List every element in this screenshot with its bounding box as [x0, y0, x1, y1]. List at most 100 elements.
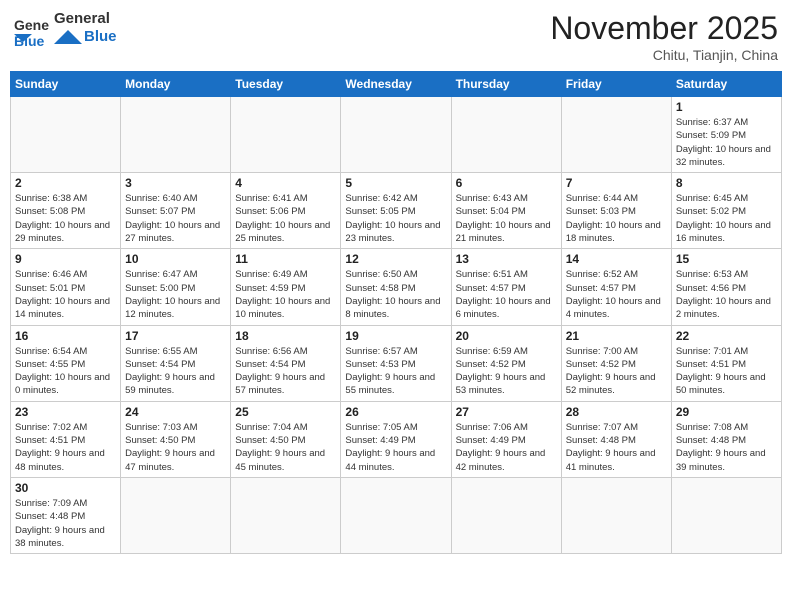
logo-triangle	[54, 30, 82, 44]
day-info-22: Sunrise: 7:01 AMSunset: 4:51 PMDaylight:…	[676, 345, 777, 398]
header-sunday: Sunday	[11, 72, 121, 97]
day-number-18: 18	[235, 329, 336, 343]
day-number-8: 8	[676, 176, 777, 190]
day-number-13: 13	[456, 252, 557, 266]
empty-cell	[121, 97, 231, 173]
empty-cell	[561, 477, 671, 553]
empty-cell	[121, 477, 231, 553]
day-number-20: 20	[456, 329, 557, 343]
day-cell-23: 23Sunrise: 7:02 AMSunset: 4:51 PMDayligh…	[11, 401, 121, 477]
day-number-24: 24	[125, 405, 226, 419]
day-info-2: Sunrise: 6:38 AMSunset: 5:08 PMDaylight:…	[15, 192, 116, 245]
header-wednesday: Wednesday	[341, 72, 451, 97]
day-number-10: 10	[125, 252, 226, 266]
day-number-22: 22	[676, 329, 777, 343]
day-info-20: Sunrise: 6:59 AMSunset: 4:52 PMDaylight:…	[456, 345, 557, 398]
day-number-3: 3	[125, 176, 226, 190]
month-title: November 2025	[550, 10, 778, 47]
empty-cell	[561, 97, 671, 173]
day-info-14: Sunrise: 6:52 AMSunset: 4:57 PMDaylight:…	[566, 268, 667, 321]
day-cell-12: 12 Sunrise: 6:50 AMSunset: 4:58 PMDayligh…	[341, 249, 451, 325]
empty-cell	[231, 477, 341, 553]
day-info-12: Sunrise: 6:50 AMSunset: 4:58 PMDaylight:…	[345, 268, 446, 321]
day-cell-6: 6 Sunrise: 6:43 AMSunset: 5:04 PMDaylight…	[451, 173, 561, 249]
header-thursday: Thursday	[451, 72, 561, 97]
header-tuesday: Tuesday	[231, 72, 341, 97]
svg-text:Blue: Blue	[14, 33, 45, 46]
logo-blue-text: Blue	[84, 28, 117, 46]
day-cell-1: 1Sunrise: 6:37 AMSunset: 5:09 PMDaylight…	[671, 97, 781, 173]
day-number-9: 9	[15, 252, 116, 266]
day-number-19: 19	[345, 329, 446, 343]
day-info-19: Sunrise: 6:57 AMSunset: 4:53 PMDaylight:…	[345, 345, 446, 398]
day-cell-2: 2Sunrise: 6:38 AMSunset: 5:08 PMDaylight…	[11, 173, 121, 249]
weekday-header-row: Sunday Monday Tuesday Wednesday Thursday…	[11, 72, 782, 97]
day-number-5: 5	[345, 176, 446, 190]
week-row-30: 30Sunrise: 7:09 AMSunset: 4:48 PMDayligh…	[11, 477, 782, 553]
day-cell-8: 8Sunrise: 6:45 AMSunset: 5:02 PMDaylight…	[671, 173, 781, 249]
day-number-12: 12	[345, 252, 446, 266]
day-number-15: 15	[676, 252, 777, 266]
empty-cell	[671, 477, 781, 553]
day-info-13: Sunrise: 6:51 AMSunset: 4:57 PMDaylight:…	[456, 268, 557, 321]
day-info-23: Sunrise: 7:02 AMSunset: 4:51 PMDaylight:…	[15, 421, 116, 474]
empty-cell	[451, 477, 561, 553]
day-cell-15: 15 Sunrise: 6:53 AMSunset: 4:56 PMDayligh…	[671, 249, 781, 325]
day-number-17: 17	[125, 329, 226, 343]
day-info-6: Sunrise: 6:43 AMSunset: 5:04 PMDaylight:…	[456, 192, 557, 245]
day-cell-25: 25 Sunrise: 7:04 AMSunset: 4:50 PMDayligh…	[231, 401, 341, 477]
day-cell-24: 24 Sunrise: 7:03 AMSunset: 4:50 PMDayligh…	[121, 401, 231, 477]
week-row-23: 23Sunrise: 7:02 AMSunset: 4:51 PMDayligh…	[11, 401, 782, 477]
day-cell-5: 5 Sunrise: 6:42 AMSunset: 5:05 PMDaylight…	[341, 173, 451, 249]
empty-cell	[231, 97, 341, 173]
day-info-5: Sunrise: 6:42 AMSunset: 5:05 PMDaylight:…	[345, 192, 446, 245]
day-cell-22: 22 Sunrise: 7:01 AMSunset: 4:51 PMDayligh…	[671, 325, 781, 401]
day-cell-10: 10 Sunrise: 6:47 AMSunset: 5:00 PMDayligh…	[121, 249, 231, 325]
day-number-28: 28	[566, 405, 667, 419]
day-cell-4: 4 Sunrise: 6:41 AMSunset: 5:06 PMDaylight…	[231, 173, 341, 249]
day-cell-29: 29 Sunrise: 7:08 AMSunset: 4:48 PMDayligh…	[671, 401, 781, 477]
day-info-16: Sunrise: 6:54 AMSunset: 4:55 PMDaylight:…	[15, 345, 116, 398]
day-info-27: Sunrise: 7:06 AMSunset: 4:49 PMDaylight:…	[456, 421, 557, 474]
svg-text:General: General	[14, 17, 50, 33]
day-info-26: Sunrise: 7:05 AMSunset: 4:49 PMDaylight:…	[345, 421, 446, 474]
day-number-26: 26	[345, 405, 446, 419]
week-row-2: 2Sunrise: 6:38 AMSunset: 5:08 PMDaylight…	[11, 173, 782, 249]
day-number-25: 25	[235, 405, 336, 419]
day-number-21: 21	[566, 329, 667, 343]
day-info-15: Sunrise: 6:53 AMSunset: 4:56 PMDaylight:…	[676, 268, 777, 321]
logo-icon: General Blue	[14, 10, 50, 46]
day-cell-27: 27Sunrise: 7:06 AMSunset: 4:49 PMDayligh…	[451, 401, 561, 477]
day-number-4: 4	[235, 176, 336, 190]
day-cell-26: 26 Sunrise: 7:05 AMSunset: 4:49 PMDayligh…	[341, 401, 451, 477]
day-cell-28: 28Sunrise: 7:07 AMSunset: 4:48 PMDayligh…	[561, 401, 671, 477]
day-cell-13: 13 Sunrise: 6:51 AMSunset: 4:57 PMDayligh…	[451, 249, 561, 325]
day-cell-11: 11Sunrise: 6:49 AMSunset: 4:59 PMDayligh…	[231, 249, 341, 325]
logo-general-text: General	[54, 10, 117, 28]
day-info-10: Sunrise: 6:47 AMSunset: 5:00 PMDaylight:…	[125, 268, 226, 321]
day-info-25: Sunrise: 7:04 AMSunset: 4:50 PMDaylight:…	[235, 421, 336, 474]
day-cell-20: 20 Sunrise: 6:59 AMSunset: 4:52 PMDayligh…	[451, 325, 561, 401]
day-info-11: Sunrise: 6:49 AMSunset: 4:59 PMDaylight:…	[235, 268, 336, 321]
day-number-6: 6	[456, 176, 557, 190]
day-cell-21: 21Sunrise: 7:00 AMSunset: 4:52 PMDayligh…	[561, 325, 671, 401]
day-cell-18: 18Sunrise: 6:56 AMSunset: 4:54 PMDayligh…	[231, 325, 341, 401]
week-row-9: 9 Sunrise: 6:46 AMSunset: 5:01 PMDaylight…	[11, 249, 782, 325]
day-cell-19: 19 Sunrise: 6:57 AMSunset: 4:53 PMDayligh…	[341, 325, 451, 401]
day-info-17: Sunrise: 6:55 AMSunset: 4:54 PMDaylight:…	[125, 345, 226, 398]
day-number-29: 29	[676, 405, 777, 419]
day-info-29: Sunrise: 7:08 AMSunset: 4:48 PMDaylight:…	[676, 421, 777, 474]
day-cell-30: 30Sunrise: 7:09 AMSunset: 4:48 PMDayligh…	[11, 477, 121, 553]
day-cell-7: 7Sunrise: 6:44 AMSunset: 5:03 PMDaylight…	[561, 173, 671, 249]
header-saturday: Saturday	[671, 72, 781, 97]
calendar-table: Sunday Monday Tuesday Wednesday Thursday…	[10, 71, 782, 554]
day-cell-14: 14Sunrise: 6:52 AMSunset: 4:57 PMDayligh…	[561, 249, 671, 325]
day-info-7: Sunrise: 6:44 AMSunset: 5:03 PMDaylight:…	[566, 192, 667, 245]
location: Chitu, Tianjin, China	[550, 47, 778, 63]
title-block: November 2025 Chitu, Tianjin, China	[550, 10, 778, 63]
day-number-16: 16	[15, 329, 116, 343]
header-friday: Friday	[561, 72, 671, 97]
day-info-24: Sunrise: 7:03 AMSunset: 4:50 PMDaylight:…	[125, 421, 226, 474]
day-info-4: Sunrise: 6:41 AMSunset: 5:06 PMDaylight:…	[235, 192, 336, 245]
day-info-9: Sunrise: 6:46 AMSunset: 5:01 PMDaylight:…	[15, 268, 116, 321]
